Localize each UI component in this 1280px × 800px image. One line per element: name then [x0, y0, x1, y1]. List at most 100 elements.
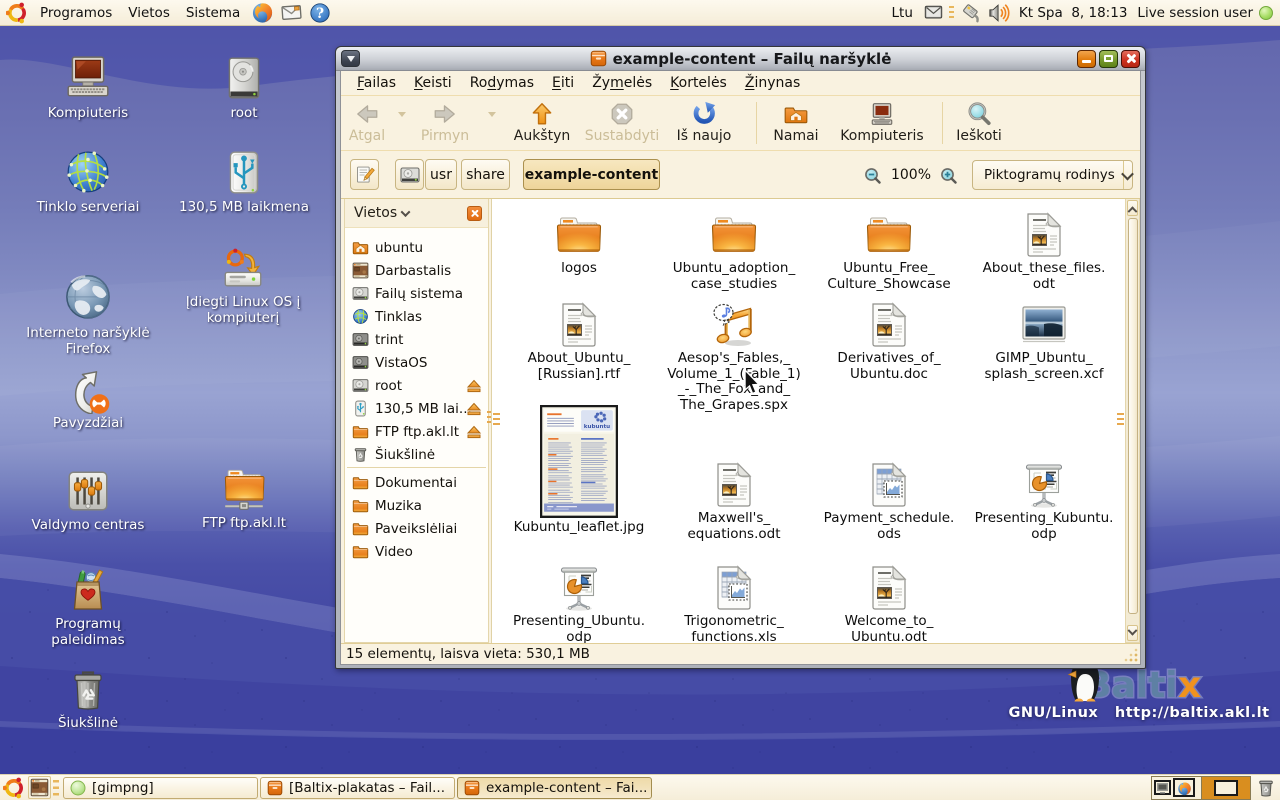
toggle-location-entry-button[interactable]: [350, 159, 379, 190]
desktop-icon-examples[interactable]: Pavyzdžiai: [13, 370, 163, 431]
taskbar-window--Baltix-plakatas-Fail-[interactable]: [Baltix-plakatas – Fail...: [260, 777, 455, 799]
scroll-thumb[interactable]: [1128, 218, 1138, 614]
window-menu-button[interactable]: [341, 50, 360, 67]
sidebar-item-vistaos[interactable]: VistaOS: [345, 351, 488, 374]
sidebar-item-video[interactable]: Video: [345, 540, 488, 563]
toolbar-search-button[interactable]: Ieškoti: [929, 101, 1029, 144]
taskbar-window--gimpng-[interactable]: [gimpng]: [63, 777, 258, 799]
evolution-launcher-icon[interactable]: [277, 1, 306, 24]
scroll-down-button[interactable]: [1127, 625, 1138, 641]
keyboard-layout-indicator[interactable]: Ltu: [884, 5, 921, 21]
ubuntu-taskbar-logo-icon[interactable]: [0, 777, 28, 799]
path-segment-example-content[interactable]: example-content: [523, 159, 660, 190]
workspace-2[interactable]: [1201, 777, 1250, 799]
file-Maxwells_equations.odt[interactable]: Maxwell's_equations.odt: [657, 461, 811, 542]
toolbar-reload-button[interactable]: Iš naujo: [654, 101, 754, 144]
file-Presenting_Ubuntu.odp[interactable]: Presenting_Ubuntu.odp: [502, 564, 656, 645]
file-About_these_files.odt[interactable]: About_these_files.odt: [967, 211, 1121, 292]
show-desktop-button[interactable]: [28, 776, 51, 799]
sidebar-item--iuk-lin-[interactable]: Šiukšlinė: [345, 443, 488, 466]
desktop-icon-root-drive[interactable]: root: [169, 54, 319, 121]
desktop-icon-app-install[interactable]: Programųpaleidimas: [13, 567, 163, 648]
menu-ymels[interactable]: Žymelės: [583, 72, 661, 94]
path-segment-root[interactable]: [395, 159, 424, 190]
menu-failas[interactable]: Failas: [348, 72, 405, 94]
sidebar-item-fail-sistema[interactable]: Failų sistema: [345, 282, 488, 305]
file-Ubuntu_Free_Culture_Showcase[interactable]: Ubuntu_Free_Culture_Showcase: [812, 211, 966, 292]
close-button[interactable]: [1121, 50, 1140, 68]
vertical-scrollbar[interactable]: [1125, 199, 1140, 643]
path-segment-share[interactable]: share: [461, 159, 510, 190]
trash-applet-icon[interactable]: [1256, 778, 1276, 798]
file-GIMP_Ubuntu_splash_screen.xcf[interactable]: GIMP_Ubuntu_splash_screen.xcf: [967, 301, 1121, 382]
menu-eiti[interactable]: Eiti: [543, 72, 583, 94]
ubuntu-menu-logo-icon[interactable]: [0, 2, 32, 24]
file-Derivatives_of_Ubuntu.doc[interactable]: Derivatives_of_Ubuntu.doc: [812, 301, 966, 382]
file-Payment_schedule.ods[interactable]: Payment_schedule.ods: [812, 461, 966, 542]
sidebar-close-button[interactable]: [467, 206, 482, 221]
desktop-icon-firefox-browser[interactable]: Interneto naršyklėFirefox: [13, 272, 163, 357]
sidebar-item-label: Darbastalis: [375, 263, 451, 279]
desktop-icon-control-center[interactable]: Valdymo centras: [13, 466, 163, 533]
sidebar-title[interactable]: Vietos: [354, 205, 397, 221]
toolbar-home-button[interactable]: Namai: [746, 101, 846, 144]
eject-button[interactable]: [466, 424, 482, 440]
minimize-button[interactable]: [1077, 50, 1096, 68]
eject-button[interactable]: [466, 378, 482, 394]
eject-button[interactable]: [466, 401, 482, 417]
menu-kortels[interactable]: Kortelės: [661, 72, 736, 94]
sidebar-item-130-5-mb-lai-[interactable]: 130,5 MB lai...: [345, 397, 488, 420]
workspace-1[interactable]: [1152, 777, 1201, 799]
taskbar-window-example-content-Fai-[interactable]: example-content – Fai...: [457, 777, 652, 799]
file-logos[interactable]: logos: [502, 211, 656, 277]
sidebar-item-tinklas[interactable]: Tinklas: [345, 305, 488, 328]
file-Presenting_Kubuntu.odp[interactable]: Presenting_Kubuntu.odp: [967, 461, 1121, 542]
maximize-button[interactable]: [1099, 50, 1118, 68]
sidebar-item-dokumentai[interactable]: Dokumentai: [345, 471, 488, 494]
menu-rodymas[interactable]: Rodymas: [461, 72, 543, 94]
sidebar-combo-chevron-icon[interactable]: [401, 207, 411, 217]
file-Kubuntu_leaflet.jpg[interactable]: kubuntu Kubuntu_leaflet.jpg: [502, 406, 656, 536]
window-resize-grip[interactable]: [1121, 645, 1139, 663]
menu-sistema[interactable]: Sistema: [178, 0, 248, 25]
presence-status-icon[interactable]: [1259, 6, 1273, 20]
sidebar-item-root[interactable]: root: [345, 374, 488, 397]
path-segment-usr[interactable]: usr: [425, 159, 457, 190]
sidebar-item-muzika[interactable]: Muzika: [345, 494, 488, 517]
sidebar-item-paveiksl-liai[interactable]: Paveikslėliai: [345, 517, 488, 540]
desktop-icon-ftp-folder[interactable]: FTP ftp.akl.lt: [169, 464, 319, 531]
file-About_Ubuntu_Russian.rtf[interactable]: About_Ubuntu_[Russian].rtf: [502, 301, 656, 382]
toolbar-forward-button[interactable]: Pirmyn: [395, 101, 495, 144]
sidebar-item-darbastalis[interactable]: Darbastalis: [345, 259, 488, 282]
workspace-switcher[interactable]: [1151, 776, 1251, 800]
zoom-in-icon[interactable]: [940, 167, 957, 184]
user-switcher[interactable]: Live session user: [1135, 5, 1259, 21]
clock[interactable]: Kt Spa 8, 18:13: [1013, 5, 1136, 21]
desktop-icon-computer[interactable]: Kompiuteris: [13, 54, 163, 121]
sidebar-item-ubuntu[interactable]: ubuntu: [345, 236, 488, 259]
menu-programos[interactable]: Programos: [32, 0, 120, 25]
mail-notification-icon[interactable]: [921, 5, 946, 19]
scroll-up-button[interactable]: [1127, 200, 1138, 216]
network-status-icon[interactable]: [957, 2, 985, 24]
menu-inynas[interactable]: Žinynas: [736, 72, 809, 94]
help-launcher-icon[interactable]: ?: [306, 2, 334, 24]
file-Aesops_Fables_Volume_1_Fable_1_-_The_Fox[interactable]: Aesop's_Fables,_Volume_1_(Fable_1)_-_The…: [657, 301, 811, 413]
titlebar[interactable]: example-content – Failų naršyklė: [336, 47, 1145, 71]
file-Trigonometric_functions.xls[interactable]: Trigonometric_functions.xls: [657, 564, 811, 645]
sidebar-item-trint[interactable]: trint: [345, 328, 488, 351]
desktop-icon-install-linux[interactable]: Įdiegti Linux OS įkompiuterį: [168, 247, 318, 326]
desktop-icon-network-servers[interactable]: Tinklo serveriai: [13, 148, 163, 215]
firefox-launcher-icon[interactable]: [248, 1, 277, 24]
sidebar-item-ftp-ftp-akl-lt[interactable]: FTP ftp.akl.lt: [345, 420, 488, 443]
menu-vietos[interactable]: Vietos: [120, 0, 178, 25]
desktop-icon-usb-volume[interactable]: 130,5 MB laikmena: [169, 148, 319, 215]
menu-keisti[interactable]: Keisti: [405, 72, 461, 94]
toolbar-computer-button[interactable]: Kompiuteris: [832, 101, 932, 144]
zoom-out-icon[interactable]: [864, 167, 881, 184]
file-Welcome_to_Ubuntu.odt[interactable]: Welcome_to_Ubuntu.odt: [812, 564, 966, 645]
desktop-icon-trash[interactable]: Šiukšlinė: [13, 666, 163, 731]
file-Ubuntu_adoption_case_studies[interactable]: Ubuntu_adoption_case_studies: [657, 211, 811, 292]
view-mode-combo[interactable]: Piktogramų rodinys: [972, 160, 1133, 190]
volume-icon[interactable]: [985, 2, 1013, 24]
